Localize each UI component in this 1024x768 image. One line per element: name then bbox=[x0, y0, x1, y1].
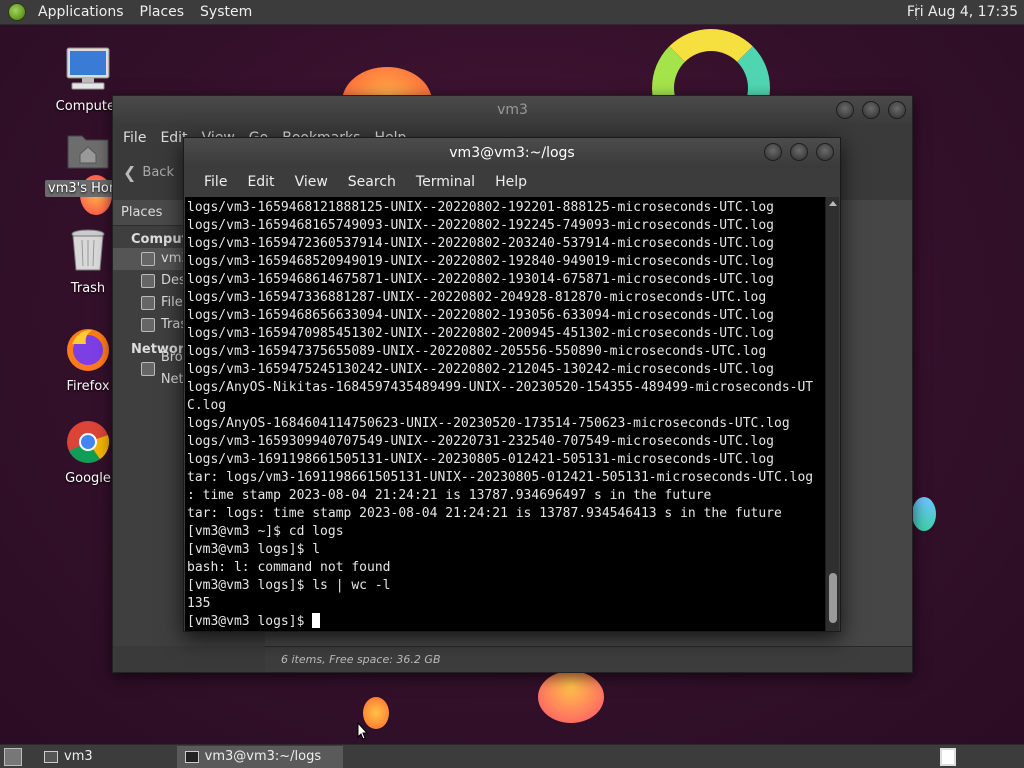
taskbar-item-label: vm3@vm3:~/logs bbox=[204, 748, 322, 764]
terminal-line: logs/vm3-1691198661505131-UNIX--20230805… bbox=[187, 452, 774, 467]
menu-file[interactable]: File bbox=[194, 174, 237, 190]
desktop-icon-label: Google bbox=[65, 471, 111, 486]
terminal-line: logs/vm3-1659475245130242-UNIX--20220802… bbox=[187, 362, 774, 377]
scroll-up-icon[interactable] bbox=[829, 201, 837, 206]
desktop-icon-label: Firefox bbox=[66, 379, 110, 394]
taskbar-item-label: vm3 bbox=[64, 748, 93, 764]
show-desktop-icon[interactable] bbox=[4, 747, 22, 766]
taskbar-item-file-manager[interactable]: vm3 bbox=[36, 746, 101, 768]
terminal-output[interactable]: logs/vm3-1659468121888125-UNIX--20220802… bbox=[185, 197, 826, 631]
minimize-button[interactable] bbox=[836, 101, 854, 119]
terminal-line: logs/AnyOS-Nikitas-1684597435489499-UNIX… bbox=[187, 380, 814, 395]
terminal-line: bash: l: command not found bbox=[187, 560, 391, 575]
terminal-menubar: File Edit View Search Terminal Help bbox=[184, 168, 840, 196]
status-bar: 6 items, Free space: 36.2 GB bbox=[265, 646, 912, 672]
minimize-button[interactable] bbox=[764, 143, 782, 161]
menu-system[interactable]: System bbox=[192, 0, 260, 25]
maximize-button[interactable] bbox=[790, 143, 808, 161]
close-button[interactable] bbox=[816, 143, 834, 161]
terminal-window: vm3@vm3:~/logs File Edit View Search Ter… bbox=[183, 137, 841, 632]
network-icon bbox=[141, 362, 155, 376]
menu-file[interactable]: File bbox=[123, 130, 146, 146]
taskbar: vm3 vm3@vm3:~/logs bbox=[0, 744, 1024, 768]
trash-icon bbox=[64, 228, 112, 276]
home-icon bbox=[141, 252, 155, 266]
terminal-line: tar: logs: time stamp 2023-08-04 21:24:2… bbox=[187, 506, 782, 521]
terminal-line: [vm3@vm3 logs]$ l bbox=[187, 542, 321, 557]
desktop-icon bbox=[141, 274, 155, 288]
clock[interactable]: Fri Aug 4, 17:35 bbox=[907, 0, 1018, 25]
back-label: Back bbox=[142, 164, 174, 180]
menu-places[interactable]: Places bbox=[132, 0, 193, 25]
terminal-line: [vm3@vm3 logs]$ ls | wc -l bbox=[187, 578, 391, 593]
chrome-icon bbox=[64, 418, 112, 466]
terminal-line: C.log bbox=[187, 398, 227, 413]
terminal-line: [vm3@vm3 ~]$ cd logs bbox=[187, 524, 344, 539]
trash-icon bbox=[141, 318, 155, 332]
terminal-line: logs/vm3-1659468520949019-UNIX--20220802… bbox=[187, 254, 774, 269]
menu-view[interactable]: View bbox=[285, 174, 338, 190]
workspace-switcher-icon[interactable] bbox=[940, 748, 956, 766]
window-title: vm3@vm3:~/logs bbox=[449, 145, 575, 161]
terminal-prompt: [vm3@vm3 logs]$ bbox=[187, 614, 313, 629]
menu-help[interactable]: Help bbox=[485, 174, 537, 190]
back-button[interactable]: ❮ Back bbox=[123, 163, 174, 182]
terminal-line: logs/vm3-1659470985451302-UNIX--20220802… bbox=[187, 326, 774, 341]
terminal-line: logs/AnyOS-1684604114750623-UNIX--202305… bbox=[187, 416, 790, 431]
terminal-line: logs/vm3-165947336881287-UNIX--20220802-… bbox=[187, 290, 767, 305]
folder-icon bbox=[44, 750, 58, 763]
terminal-line: : time stamp 2023-08-04 21:24:21 is 1378… bbox=[187, 488, 712, 503]
text-cursor bbox=[312, 613, 321, 628]
maximize-button[interactable] bbox=[862, 101, 880, 119]
terminal-line: logs/vm3-1659468614675871-UNIX--20220802… bbox=[187, 272, 774, 287]
firefox-icon bbox=[64, 326, 112, 374]
terminal-line: logs/vm3-1659309940707549-UNIX--20220731… bbox=[187, 434, 774, 449]
window-title: vm3 bbox=[497, 102, 528, 118]
arrow-left-icon: ❮ bbox=[123, 162, 137, 182]
menu-terminal[interactable]: Terminal bbox=[406, 174, 485, 190]
scrollbar-thumb[interactable] bbox=[829, 573, 837, 623]
menu-applications[interactable]: Applications bbox=[30, 0, 132, 25]
decor-cyan-blob bbox=[912, 497, 936, 531]
terminal-prompt-line[interactable]: [vm3@vm3 logs]$ bbox=[187, 613, 826, 631]
file-manager-titlebar[interactable]: vm3 bbox=[113, 96, 912, 124]
computer-icon bbox=[64, 46, 112, 94]
mouse-pointer-icon bbox=[357, 722, 369, 740]
terminal-line: logs/vm3-1659472360537914-UNIX--20220802… bbox=[187, 236, 774, 251]
terminal-icon bbox=[184, 750, 199, 763]
close-button[interactable] bbox=[888, 101, 906, 119]
filesystem-icon bbox=[141, 296, 155, 310]
decor-orange-blob-2 bbox=[538, 671, 604, 723]
terminal-line: logs/vm3-165947375655089-UNIX--20220802-… bbox=[187, 344, 767, 359]
distro-logo-icon[interactable] bbox=[8, 3, 26, 21]
terminal-line: logs/vm3-1659468121888125-UNIX--20220802… bbox=[187, 200, 774, 215]
top-panel: Applications Places System Fri Aug 4, 17… bbox=[0, 0, 1024, 25]
taskbar-item-terminal[interactable]: vm3@vm3:~/logs bbox=[176, 745, 343, 768]
terminal-line: logs/vm3-1659468656633094-UNIX--20220802… bbox=[187, 308, 774, 323]
desktop-icon-label: Trash bbox=[70, 281, 106, 296]
terminal-titlebar[interactable]: vm3@vm3:~/logs bbox=[184, 138, 840, 168]
terminal-line: 135 bbox=[187, 596, 211, 611]
terminal-line: tar: logs/vm3-1691198661505131-UNIX--202… bbox=[187, 470, 814, 485]
menu-search[interactable]: Search bbox=[338, 174, 406, 190]
home-folder-icon bbox=[64, 128, 112, 176]
menu-edit[interactable]: Edit bbox=[237, 174, 284, 190]
terminal-line: logs/vm3-1659468165749093-UNIX--20220802… bbox=[187, 218, 774, 233]
terminal-scrollbar[interactable] bbox=[825, 197, 839, 631]
